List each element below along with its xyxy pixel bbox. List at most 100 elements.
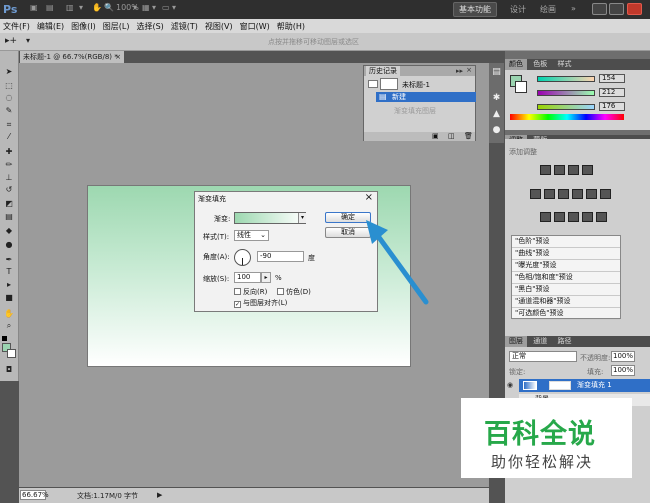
- mini-bridge-button[interactable]: ▤: [46, 3, 54, 16]
- marquee-tool-icon[interactable]: ⬚: [3, 81, 15, 90]
- history-tab[interactable]: 历史记录: [366, 66, 400, 76]
- gradient-dropdown-icon[interactable]: ▾: [298, 213, 306, 223]
- angle-dial[interactable]: [234, 249, 251, 266]
- zoom-dropdown[interactable]: ▾: [133, 3, 137, 16]
- arrange-documents-button[interactable]: ▦: [142, 3, 150, 16]
- close-button[interactable]: [627, 3, 642, 15]
- threshold-icon[interactable]: [568, 212, 579, 222]
- posterize-icon[interactable]: [554, 212, 565, 222]
- document-tab[interactable]: 未标题-1 @ 66.7%(RGB/8) * ×: [20, 51, 124, 63]
- lasso-tool-icon[interactable]: ◌: [3, 93, 15, 102]
- exposure-icon[interactable]: [582, 165, 593, 175]
- screen-mode-button[interactable]: ▭: [162, 3, 170, 16]
- quick-mask-icon[interactable]: ◘: [3, 365, 15, 374]
- dither-checkbox[interactable]: 仿色(D): [277, 287, 311, 297]
- healing-brush-tool-icon[interactable]: ✚: [3, 147, 15, 156]
- dither-checkbox-box[interactable]: [277, 288, 284, 295]
- default-colors-icon[interactable]: [2, 336, 7, 341]
- menu-view[interactable]: 视图(V): [205, 21, 233, 32]
- reverse-checkbox-box[interactable]: [234, 288, 241, 295]
- layer-visibility-eye-icon[interactable]: ◉: [507, 379, 513, 392]
- minimize-button[interactable]: [592, 3, 607, 15]
- blend-mode-select[interactable]: 正常: [509, 351, 577, 362]
- dialog-close-icon[interactable]: ×: [365, 192, 373, 203]
- move-tool-preset-picker[interactable]: ▸+: [5, 36, 17, 46]
- menu-select[interactable]: 选择(S): [136, 21, 163, 32]
- layer-mask-thumbnail[interactable]: [549, 381, 571, 390]
- reverse-checkbox[interactable]: 反向(R): [234, 287, 267, 297]
- menu-image[interactable]: 图像(I): [71, 21, 96, 32]
- levels-icon[interactable]: [554, 165, 565, 175]
- color-bg-swatch[interactable]: [515, 81, 527, 93]
- tab-channels[interactable]: 通道: [529, 336, 551, 347]
- workspace-design-button[interactable]: 设计: [510, 4, 526, 15]
- blue-value[interactable]: 176: [599, 102, 625, 111]
- zoom-tool-icon[interactable]: 🔍: [104, 3, 114, 16]
- preset-levels[interactable]: "色阶"预设: [512, 236, 620, 248]
- brightness-contrast-icon[interactable]: [540, 165, 551, 175]
- style-select[interactable]: 线性 ⌄: [234, 230, 269, 241]
- menu-edit[interactable]: 编辑(E): [37, 21, 64, 32]
- history-panel-icon[interactable]: ▤: [491, 67, 502, 78]
- history-collapse-icon[interactable]: ▸▸: [456, 67, 463, 75]
- hand-tool-icon[interactable]: ✋: [3, 309, 15, 318]
- color-spectrum-ramp[interactable]: [510, 114, 624, 120]
- preset-channel-mixer[interactable]: "通道混和器"预设: [512, 296, 620, 308]
- blue-slider[interactable]: [537, 104, 595, 110]
- eyedropper-tool-icon[interactable]: ⁄: [3, 132, 15, 141]
- fill-input[interactable]: 100%: [611, 365, 635, 376]
- menu-layer[interactable]: 图层(L): [103, 21, 130, 32]
- history-brush-tool-icon[interactable]: ↺: [3, 185, 15, 194]
- selective-color-icon[interactable]: [596, 212, 607, 222]
- hand-tool-icon[interactable]: ✋: [92, 3, 102, 16]
- new-snapshot-icon[interactable]: ◫: [448, 132, 455, 140]
- path-select-tool-icon[interactable]: ▸: [3, 280, 15, 289]
- align-checkbox-box[interactable]: ✓: [234, 301, 241, 308]
- history-close-icon[interactable]: ×: [466, 66, 472, 74]
- angle-input[interactable]: -90: [257, 251, 304, 262]
- scale-input[interactable]: 100: [234, 272, 261, 283]
- view-extras-button[interactable]: ▥: [66, 3, 74, 16]
- preset-dropdown-icon[interactable]: ▾: [26, 36, 30, 45]
- opacity-input[interactable]: 100%: [611, 351, 635, 362]
- type-tool-icon[interactable]: T: [3, 267, 15, 276]
- tab-layers[interactable]: 图层: [505, 336, 527, 347]
- arrange-dropdown[interactable]: ▾: [152, 3, 156, 16]
- tab-styles[interactable]: 样式: [553, 59, 575, 70]
- crop-tool-icon[interactable]: ⌗: [3, 120, 15, 129]
- background-color-swatch[interactable]: [7, 349, 16, 358]
- zoom-tool-icon[interactable]: ⌕: [3, 321, 15, 330]
- preset-curves[interactable]: "曲线"预设: [512, 248, 620, 260]
- more-workspaces-button[interactable]: »: [571, 4, 576, 13]
- history-step-new[interactable]: ▤ 新建: [376, 92, 476, 102]
- restore-button[interactable]: [609, 3, 624, 15]
- snapshot-label[interactable]: 未标题-1: [402, 80, 430, 90]
- bridge-button[interactable]: ▣: [30, 3, 38, 16]
- tab-paths[interactable]: 路径: [553, 336, 575, 347]
- shape-tool-icon[interactable]: ■: [3, 293, 15, 302]
- view-extras-dropdown[interactable]: ▾: [79, 3, 83, 16]
- green-slider[interactable]: [537, 90, 595, 96]
- actions-panel-icon[interactable]: ✱: [491, 93, 502, 104]
- document-close-icon[interactable]: ×: [115, 51, 121, 63]
- new-document-from-state-icon[interactable]: ▣: [432, 132, 439, 140]
- snapshot-thumbnail[interactable]: [368, 80, 378, 88]
- preset-hue-saturation[interactable]: "色相/饱和度"预设: [512, 272, 620, 284]
- pen-tool-icon[interactable]: ✒: [3, 255, 15, 264]
- history-step-gradient[interactable]: 渐变填充图层: [394, 106, 436, 116]
- layer-row-gradient-fill[interactable]: ◉ 渐变填充 1: [507, 379, 650, 392]
- navigator-panel-icon[interactable]: ▲: [491, 109, 502, 120]
- photo-filter-icon[interactable]: [586, 189, 597, 199]
- menu-window[interactable]: 窗口(W): [240, 21, 270, 32]
- brush-tool-icon[interactable]: ✏: [3, 160, 15, 169]
- hue-saturation-icon[interactable]: [544, 189, 555, 199]
- quick-select-tool-icon[interactable]: ✎: [3, 106, 15, 115]
- black-white-icon[interactable]: [572, 189, 583, 199]
- move-tool-icon[interactable]: ➤: [3, 67, 15, 76]
- screen-mode-dropdown[interactable]: ▾: [172, 3, 176, 16]
- channel-mixer-icon[interactable]: [600, 189, 611, 199]
- red-value[interactable]: 154: [599, 74, 625, 83]
- dodge-tool-icon[interactable]: ●: [3, 240, 15, 249]
- menu-file[interactable]: 文件(F): [3, 21, 30, 32]
- align-with-layer-checkbox[interactable]: ✓ 与图层对齐(L): [234, 298, 287, 308]
